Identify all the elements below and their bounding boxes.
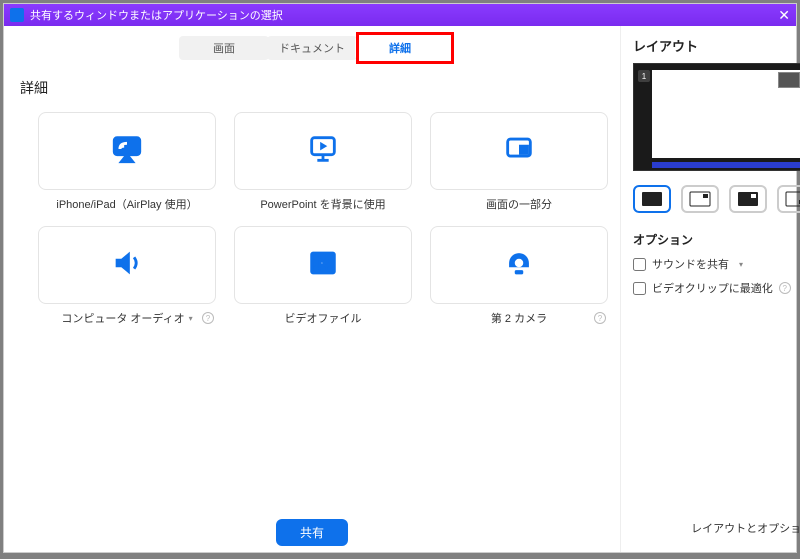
layout-options [633,185,800,213]
tabs: 画面 ドキュメント 詳細 [16,36,608,60]
share-bar: 共有 [16,512,608,552]
titlebar: 共有するウィンドウまたはアプリケーションの選択 ✕ [4,4,796,26]
card-grid: iPhone/iPad（AirPlay 使用） PowerPoint を背景に使… [38,112,608,326]
preview-taskbar [652,162,800,168]
crop-icon [502,132,536,171]
card-camera2-label: 第 2 カメラ ? [430,310,608,326]
option-share-sound[interactable]: サウンドを共有 ▾ [633,256,800,272]
app-icon [10,8,24,22]
layout-opt-3[interactable] [729,185,767,213]
option-optimize-video[interactable]: ビデオクリップに最適化 ? [633,280,800,296]
checkbox-optimize-video[interactable] [633,282,646,295]
airplay-icon [110,132,144,171]
info-icon[interactable]: ? [779,282,791,294]
layout-opt-4[interactable] [777,185,800,213]
tab-screen[interactable]: 画面 [179,36,269,60]
layout-opt-2[interactable] [681,185,719,213]
preview-camera-thumb [778,72,800,88]
share-window: 共有するウィンドウまたはアプリケーションの選択 ✕ 画面 ドキュメント 詳細 詳… [3,3,797,553]
card-airplay[interactable] [38,112,216,190]
card-powerpoint-bg[interactable] [234,112,412,190]
side-panel: レイアウト 1 [620,26,800,552]
main-panel: 画面 ドキュメント 詳細 詳細 iPhone/iPad（AirPlay 使用） [4,26,620,552]
card-airplay-label: iPhone/iPad（AirPlay 使用） [38,196,216,212]
preview-badge: 1 [638,70,650,82]
layout-preview[interactable]: 1 [633,63,800,171]
chevron-down-icon: ▾ [739,260,743,269]
layout-opt-1[interactable] [633,185,671,213]
info-icon[interactable]: ? [202,312,214,324]
speaker-icon [110,246,144,285]
card-powerpoint-label: PowerPoint を背景に使用 [234,196,412,212]
layout-options-toggle[interactable]: レイアウトとオプション ▲ [633,514,800,542]
options-title: オプション [633,231,800,248]
card-portion-label: 画面の一部分 [430,196,608,212]
card-screen-portion[interactable] [430,112,608,190]
tab-document[interactable]: ドキュメント [267,36,357,60]
card-video-file[interactable] [234,226,412,304]
card-audio-label[interactable]: コンピュータ オーディオ ▾ ? [38,310,216,326]
close-icon[interactable]: ✕ [778,7,790,24]
card-video-label: ビデオファイル [234,310,412,326]
window-title: 共有するウィンドウまたはアプリケーションの選択 [30,7,283,23]
share-button[interactable]: 共有 [276,519,348,546]
section-title: 詳細 [20,78,608,98]
layout-title: レイアウト [633,36,698,55]
card-computer-audio[interactable] [38,226,216,304]
checkbox-share-sound[interactable] [633,258,646,271]
presentation-icon [306,132,340,171]
tab-detail[interactable]: 詳細 [355,36,445,60]
content-area: 画面 ドキュメント 詳細 詳細 iPhone/iPad（AirPlay 使用） [4,26,796,552]
camera-icon [502,246,536,285]
chevron-down-icon: ▾ [189,314,193,323]
card-second-camera[interactable] [430,226,608,304]
film-icon [306,246,340,285]
info-icon[interactable]: ? [594,312,606,324]
